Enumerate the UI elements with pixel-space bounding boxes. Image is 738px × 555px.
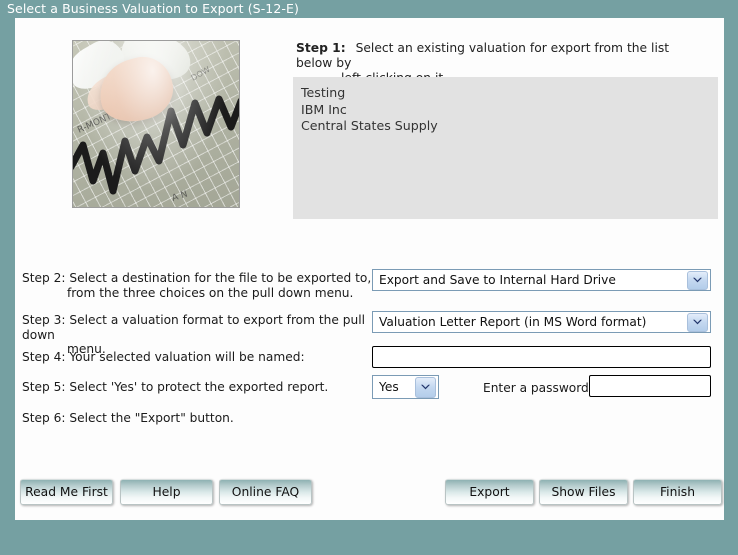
show-files-button[interactable]: Show Files <box>539 479 628 505</box>
valuation-name-input[interactable] <box>372 346 711 368</box>
photo-inner: R-MONTH A N DOW <box>73 41 239 207</box>
step2-label-line2: from the three choices on the pull down … <box>67 285 354 300</box>
list-item[interactable]: IBM Inc <box>299 102 718 119</box>
step4-label-text: Step 4: Your selected valuation will be … <box>22 350 305 364</box>
step1-text-line1: Select an existing valuation for export … <box>296 41 670 70</box>
content-panel: R-MONTH A N DOW Step 1: Select an existi… <box>15 18 724 520</box>
finish-button[interactable]: Finish <box>633 479 722 505</box>
valuation-format-dropdown-value: Valuation Letter Report (in MS Word form… <box>379 315 647 329</box>
step5-label-text: Step 5: Select 'Yes' to protect the expo… <box>22 380 329 394</box>
password-label: Enter a password: <box>483 381 593 395</box>
destination-dropdown-value: Export and Save to Internal Hard Drive <box>379 273 616 287</box>
valuation-format-dropdown[interactable]: Valuation Letter Report (in MS Word form… <box>372 311 711 333</box>
password-input[interactable] <box>589 375 711 397</box>
step3-label-line1: Step 3: Select a valuation format to exp… <box>22 313 365 342</box>
step4-label: Step 4: Your selected valuation will be … <box>22 350 372 365</box>
help-button-label: Help <box>152 485 181 499</box>
help-button[interactable]: Help <box>120 479 213 505</box>
read-me-first-button-label: Read Me First <box>25 485 108 499</box>
window-title-bar: Select a Business Valuation to Export (S… <box>0 0 738 18</box>
online-faq-button[interactable]: Online FAQ <box>219 479 312 505</box>
list-item[interactable]: Central States Supply <box>299 118 718 135</box>
step2-label: Step 2: Select a destination for the fil… <box>22 271 372 300</box>
list-item[interactable]: Testing <box>299 85 718 102</box>
step5-label: Step 5: Select 'Yes' to protect the expo… <box>22 380 372 395</box>
export-button[interactable]: Export <box>445 479 534 505</box>
financial-chart-photo: R-MONTH A N DOW <box>72 40 240 208</box>
window-title: Select a Business Valuation to Export (S… <box>7 1 300 16</box>
step1-label: Step 1: <box>296 41 346 55</box>
protect-report-dropdown-value: Yes <box>379 380 399 394</box>
application-window: Select a Business Valuation to Export (S… <box>0 0 738 555</box>
step6-label-text: Step 6: Select the "Export" button. <box>22 411 234 425</box>
online-faq-button-label: Online FAQ <box>231 485 300 499</box>
chevron-down-icon[interactable] <box>687 312 708 332</box>
chevron-down-icon[interactable] <box>415 376 436 398</box>
photo-glare <box>73 41 239 207</box>
step6-label: Step 6: Select the "Export" button. <box>22 411 372 426</box>
protect-report-dropdown[interactable]: Yes <box>372 375 439 399</box>
chevron-down-icon[interactable] <box>687 270 708 290</box>
finish-button-label: Finish <box>659 485 695 499</box>
export-button-label: Export <box>469 485 510 499</box>
valuation-listbox[interactable]: Testing IBM Inc Central States Supply <box>293 77 718 219</box>
step2-label-line1: Step 2: Select a destination for the fil… <box>22 271 372 285</box>
destination-dropdown[interactable]: Export and Save to Internal Hard Drive <box>372 269 711 291</box>
show-files-button-label: Show Files <box>551 485 616 499</box>
read-me-first-button[interactable]: Read Me First <box>20 479 113 505</box>
